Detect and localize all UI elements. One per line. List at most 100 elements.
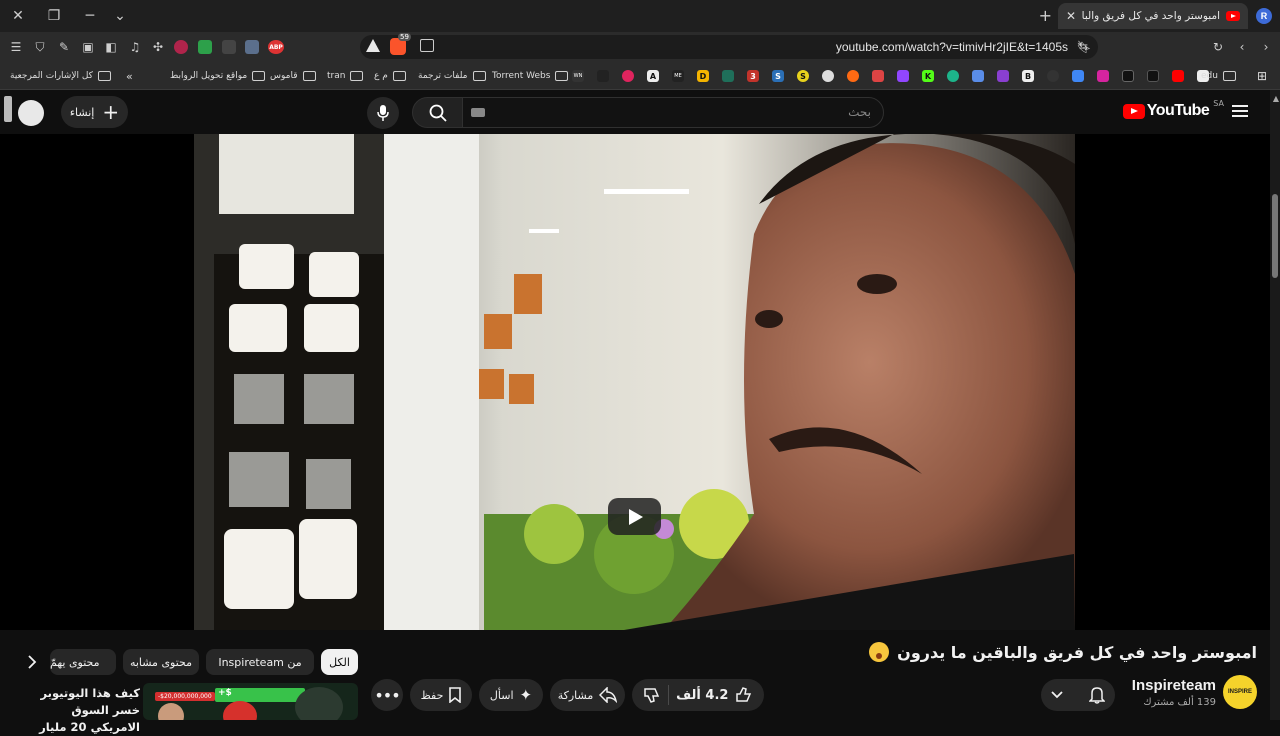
- restore-window-icon[interactable]: ❐: [40, 4, 68, 28]
- bookmark-folder[interactable]: tran: [327, 68, 364, 84]
- video-player[interactable]: [0, 134, 1270, 630]
- scrollbar-thumb[interactable]: [1272, 194, 1278, 278]
- bookmark-folder[interactable]: ملفات ترجمة: [418, 68, 486, 84]
- x-icon[interactable]: [1122, 70, 1134, 82]
- guide-menu-icon[interactable]: [1232, 105, 1248, 117]
- channel-avatar[interactable]: INSPIRE: [1223, 675, 1257, 709]
- like-icon[interactable]: [736, 687, 752, 703]
- bookmark-site-icon[interactable]: [597, 70, 609, 82]
- chips-next-chevron-icon[interactable]: [22, 649, 42, 675]
- browser-tab[interactable]: امبوستر واحد في كل فريق والباقين ما يدرو…: [1058, 3, 1248, 29]
- scroll-up-icon[interactable]: ▲: [1273, 94, 1279, 103]
- bookmark-orange-icon[interactable]: [847, 70, 859, 82]
- extension-gray-icon[interactable]: [222, 40, 236, 54]
- more-actions-button[interactable]: •••: [371, 679, 403, 711]
- gemini-icon[interactable]: [1072, 70, 1084, 82]
- youtube-bookmark-icon[interactable]: [1172, 70, 1184, 82]
- bookmark-icon[interactable]: 🔖︎: [1076, 39, 1092, 55]
- apps-grid-icon[interactable]: ⊞: [1257, 68, 1267, 84]
- close-window-icon[interactable]: ✕: [4, 4, 32, 28]
- save-button[interactable]: حفظ: [410, 679, 472, 711]
- bookmark-folder[interactable]: edu: [1201, 68, 1236, 84]
- tab-close-icon[interactable]: ✕: [1066, 9, 1076, 23]
- new-tab-button[interactable]: +: [1039, 6, 1052, 25]
- thumbnail-caption-loss: -$20,000,000,000: [155, 692, 215, 701]
- chip-similar[interactable]: محتوى مشابه: [123, 649, 199, 675]
- pin-icon[interactable]: ✎: [56, 39, 72, 55]
- channel-name[interactable]: Inspireteam: [1132, 677, 1216, 694]
- menu-icon[interactable]: ☰: [8, 39, 24, 55]
- url-text[interactable]: youtube.com/watch?v=timivHr2jIE&t=1405s: [836, 40, 1068, 54]
- bookmark-a-icon[interactable]: A: [647, 70, 659, 82]
- dislike-icon[interactable]: [644, 687, 660, 703]
- extensions-icon[interactable]: ✣: [150, 39, 166, 55]
- twitch-icon[interactable]: [897, 70, 909, 82]
- back-icon[interactable]: ‹: [1234, 39, 1250, 55]
- divider: [667, 685, 669, 705]
- bookmark-3-icon[interactable]: 3: [747, 70, 759, 82]
- extension-red-icon[interactable]: [174, 40, 188, 54]
- profile-avatar[interactable]: R: [1256, 8, 1272, 24]
- wallet-icon[interactable]: ▣: [80, 39, 96, 55]
- folder-icon: [472, 71, 486, 81]
- bookmark-green-icon[interactable]: [947, 70, 959, 82]
- bookmark-folder[interactable]: م ع: [374, 68, 406, 84]
- instagram-icon[interactable]: [1097, 70, 1109, 82]
- tab-list-chevron-icon[interactable]: ⌄: [106, 4, 134, 28]
- shield-icon[interactable]: ⛉: [32, 39, 48, 55]
- bookmark-d-icon[interactable]: D: [697, 70, 709, 82]
- bookmark-s-yellow-icon[interactable]: S: [797, 70, 809, 82]
- ask-button[interactable]: اسأل ✦: [479, 679, 543, 711]
- subscription-button[interactable]: [1041, 679, 1115, 711]
- bookmark-me-icon[interactable]: ME: [672, 70, 684, 82]
- bookmark-dark-icon[interactable]: [1047, 70, 1059, 82]
- all-bookmarks-folder[interactable]: كل الإشارات المرجعية: [10, 68, 111, 84]
- brave-rewards-icon[interactable]: [366, 39, 380, 52]
- user-avatar[interactable]: [18, 100, 44, 126]
- recommended-video-title[interactable]: كيف هذا اليوتيوبر خسر السوق الامريكي 20 …: [18, 685, 140, 736]
- voice-search-button[interactable]: [367, 97, 399, 129]
- chrome-icon[interactable]: [822, 70, 834, 82]
- play-button[interactable]: [608, 498, 661, 535]
- minimize-window-icon[interactable]: ─: [76, 4, 104, 28]
- bookmark-folder[interactable]: مواقع تحويل الروابط: [170, 68, 266, 84]
- tiktok-icon[interactable]: [1147, 70, 1159, 82]
- bookmark-purple-icon[interactable]: [997, 70, 1009, 82]
- address-bar[interactable]: 59 youtube.com/watch?v=timivHr2jIE&t=140…: [360, 33, 1098, 59]
- music-icon[interactable]: ♫: [127, 39, 143, 55]
- chip-all[interactable]: الكل: [321, 649, 358, 675]
- recommended-video-thumbnail[interactable]: -$20,000,000,000 +$: [143, 683, 358, 720]
- create-button[interactable]: إنشاء +: [61, 96, 128, 128]
- bookmark-folder[interactable]: قاموس: [270, 68, 316, 84]
- adblock-plus-icon[interactable]: ABP: [268, 40, 284, 54]
- extension-image-icon[interactable]: [245, 40, 259, 54]
- chip-related[interactable]: محتوى يهمّ: [50, 649, 116, 675]
- sidebar-icon[interactable]: ◧: [103, 39, 119, 55]
- bookmark-folder[interactable]: Torrent Webs: [492, 68, 569, 84]
- more-bookmarks-chevron-icon[interactable]: »: [126, 68, 133, 84]
- search-button[interactable]: [412, 97, 464, 128]
- bookmark-red-icon[interactable]: [872, 70, 884, 82]
- chip-from-channel[interactable]: من Inspireteam: [206, 649, 314, 675]
- thumbnail-person: [295, 687, 343, 720]
- pinterest-icon[interactable]: [622, 70, 634, 82]
- shushing-face-icon: [869, 642, 890, 662]
- search-input[interactable]: بحث: [462, 97, 884, 128]
- like-count[interactable]: 4.2 ألف: [676, 688, 728, 703]
- forward-icon[interactable]: ›: [1258, 39, 1274, 55]
- bookmark-blue-icon[interactable]: [972, 70, 984, 82]
- keyboard-icon[interactable]: [471, 108, 485, 117]
- bookmark-site-icon[interactable]: [722, 70, 734, 82]
- page-scrollbar[interactable]: ▲: [1270, 90, 1280, 720]
- youtube-logo[interactable]: YouTube SA: [1122, 99, 1224, 120]
- video-frame[interactable]: [194, 134, 1075, 630]
- share-button[interactable]: مشاركة: [550, 679, 625, 711]
- bookmark-wn-icon[interactable]: WN: [572, 70, 584, 82]
- download-extension-icon[interactable]: [198, 40, 212, 54]
- kick-icon[interactable]: K: [922, 70, 934, 82]
- cast-icon[interactable]: [420, 39, 434, 52]
- scroll-handle[interactable]: [4, 96, 12, 122]
- reload-icon[interactable]: ↻: [1210, 39, 1226, 55]
- bookmark-s-icon[interactable]: S: [772, 70, 784, 82]
- bookmark-b-icon[interactable]: B: [1022, 70, 1034, 82]
